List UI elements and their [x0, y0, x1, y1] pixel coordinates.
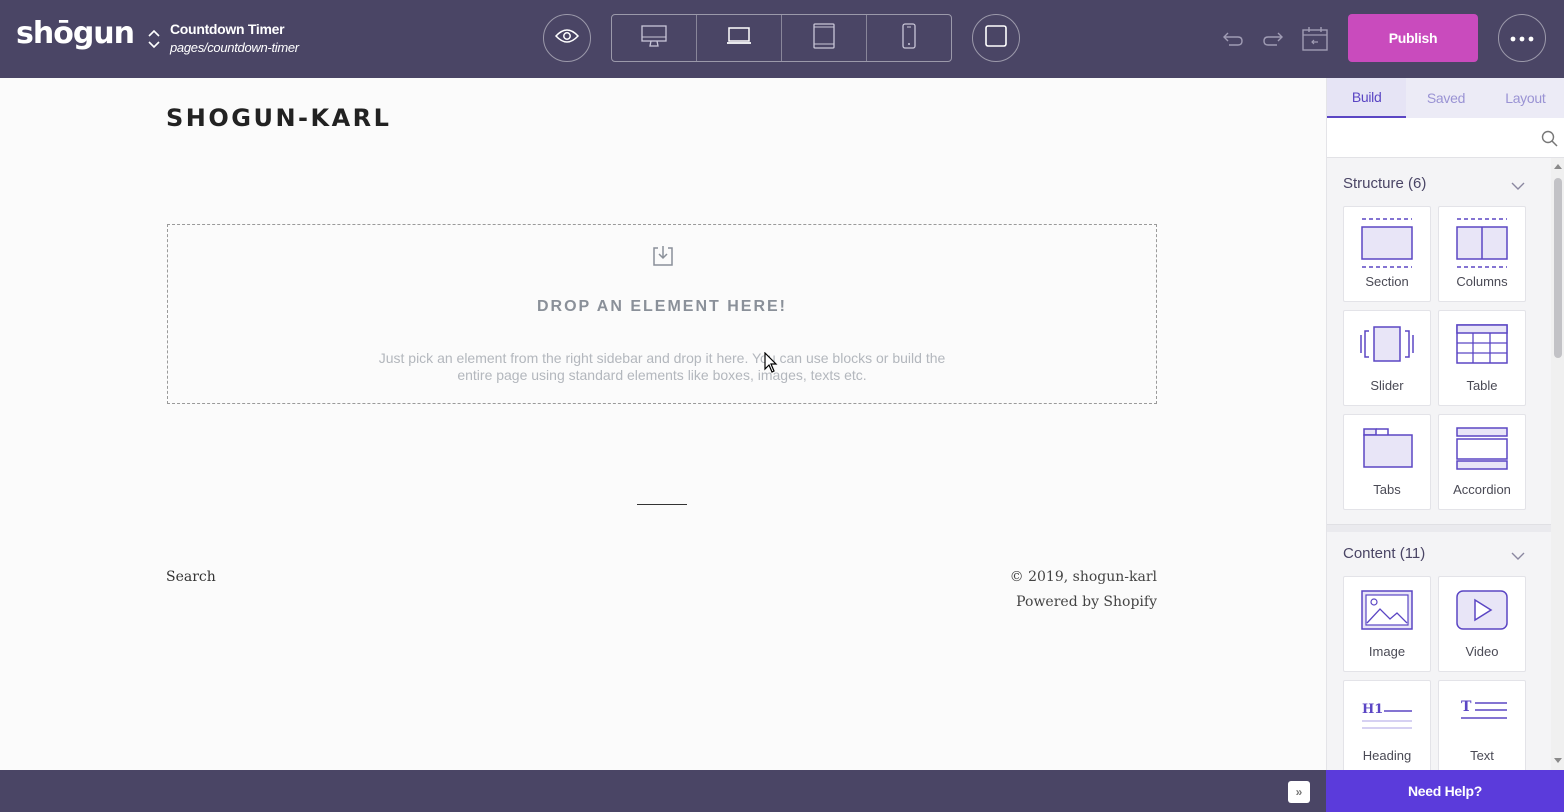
page-switcher-icon[interactable]: [146, 28, 162, 50]
scroll-thumb[interactable]: [1554, 178, 1562, 358]
chevron-down-icon[interactable]: [1511, 178, 1525, 196]
svg-text:T: T: [1461, 699, 1472, 715]
page-title[interactable]: Countdown Timer: [170, 21, 285, 37]
sidebar-search-input[interactable]: [1337, 126, 1533, 150]
video-icon: [1456, 590, 1508, 630]
element-section[interactable]: Section: [1343, 206, 1431, 302]
laptop-icon: [726, 26, 752, 50]
chevron-down-icon[interactable]: [1511, 548, 1525, 566]
element-label: Image: [1368, 644, 1406, 659]
sidebar-scrollbar[interactable]: [1551, 158, 1564, 770]
element-image[interactable]: Image: [1343, 576, 1431, 672]
tab-saved[interactable]: Saved: [1406, 78, 1485, 118]
shogun-logo[interactable]: shōgun: [16, 16, 135, 51]
element-sidebar: Build Saved Layout Structure (6) Section…: [1326, 78, 1564, 770]
section-divider: [1327, 524, 1551, 532]
element-label: Slider: [1370, 378, 1404, 393]
eye-icon: [554, 28, 580, 49]
drop-download-icon: [652, 245, 674, 267]
shop-name: SHOGUN-KARL: [166, 104, 392, 132]
accordion-icon: [1456, 427, 1508, 470]
element-label: Columns: [1456, 274, 1508, 289]
tabs-icon: [1363, 428, 1413, 468]
heading-icon: H1: [1362, 702, 1412, 729]
need-help-button[interactable]: Need Help?: [1326, 770, 1564, 812]
element-label: Tabs: [1373, 482, 1401, 497]
device-switcher: [611, 14, 952, 62]
preview-button[interactable]: [543, 14, 591, 62]
redo-icon[interactable]: [1260, 26, 1286, 52]
element-label: Accordion: [1453, 482, 1511, 497]
fullscreen-button[interactable]: [972, 14, 1020, 62]
more-options-button[interactable]: [1498, 14, 1546, 62]
content-section-title[interactable]: Content (11): [1343, 545, 1425, 562]
element-heading[interactable]: H1 Heading: [1343, 680, 1431, 770]
element-label: Heading: [1362, 748, 1412, 763]
element-text[interactable]: T Text: [1438, 680, 1526, 770]
footer-powered-by[interactable]: Powered by Shopify: [1016, 594, 1157, 610]
element-accordion[interactable]: Accordion: [1438, 414, 1526, 510]
element-label: Video: [1465, 644, 1499, 659]
element-slider[interactable]: Slider: [1343, 310, 1431, 406]
drop-title: DROP AN ELEMENT HERE!: [536, 298, 787, 315]
page-builder: shōgun Countdown Timer pages/countdown-t…: [0, 0, 1564, 812]
image-icon: [1361, 590, 1413, 630]
text-icon: T: [1461, 699, 1507, 719]
top-bar: shōgun Countdown Timer pages/countdown-t…: [0, 0, 1564, 78]
tab-layout[interactable]: Layout: [1486, 78, 1564, 118]
element-video[interactable]: Video: [1438, 576, 1526, 672]
editor-canvas[interactable]: SHOGUN-KARL DROP AN ELEMENT HERE! Just p…: [0, 78, 1326, 770]
element-label: Text: [1470, 748, 1494, 763]
element-tabs[interactable]: Tabs: [1343, 414, 1431, 510]
footer-search-link[interactable]: Search: [166, 569, 216, 585]
collapse-sidebar-button[interactable]: »: [1288, 781, 1310, 803]
publish-button[interactable]: Publish: [1348, 14, 1478, 62]
undo-icon[interactable]: [1220, 26, 1246, 52]
mouse-cursor-icon: [764, 351, 778, 379]
calendar-icon[interactable]: [1302, 26, 1328, 52]
page-path: pages/countdown-timer: [170, 40, 299, 55]
bottom-bar: »: [0, 770, 1326, 812]
svg-text:H1: H1: [1362, 702, 1383, 717]
columns-icon: [1456, 218, 1508, 268]
more-icon: [1510, 29, 1534, 47]
element-table[interactable]: Table: [1438, 310, 1526, 406]
mobile-icon: [902, 22, 916, 54]
drop-zone[interactable]: DROP AN ELEMENT HERE! Just pick an eleme…: [167, 224, 1157, 404]
element-columns[interactable]: Columns: [1438, 206, 1526, 302]
desktop-icon: [641, 24, 667, 52]
footer-copyright: © 2019, shogun-karl: [1009, 569, 1157, 585]
sidebar-tabs: Build Saved Layout: [1327, 78, 1564, 118]
square-icon: [985, 24, 1007, 52]
element-label: Section: [1365, 274, 1409, 289]
section-icon: [1361, 218, 1413, 268]
mobile-view-button[interactable]: [867, 15, 951, 61]
sidebar-search: [1327, 118, 1564, 158]
desktop-view-button[interactable]: [612, 15, 697, 61]
drop-description: Just pick an element from the right side…: [378, 350, 946, 383]
laptop-view-button[interactable]: [697, 15, 782, 61]
table-icon: [1456, 324, 1508, 364]
slider-icon: [1360, 326, 1414, 362]
scroll-down-arrow[interactable]: [1554, 758, 1562, 763]
footer-divider: [637, 504, 687, 505]
tablet-icon: [813, 22, 835, 54]
tablet-view-button[interactable]: [782, 15, 867, 61]
search-icon[interactable]: [1541, 130, 1558, 152]
structure-section-title[interactable]: Structure (6): [1343, 175, 1426, 192]
element-label: Table: [1466, 378, 1498, 393]
scroll-up-arrow[interactable]: [1554, 164, 1562, 169]
tab-build[interactable]: Build: [1327, 78, 1407, 118]
